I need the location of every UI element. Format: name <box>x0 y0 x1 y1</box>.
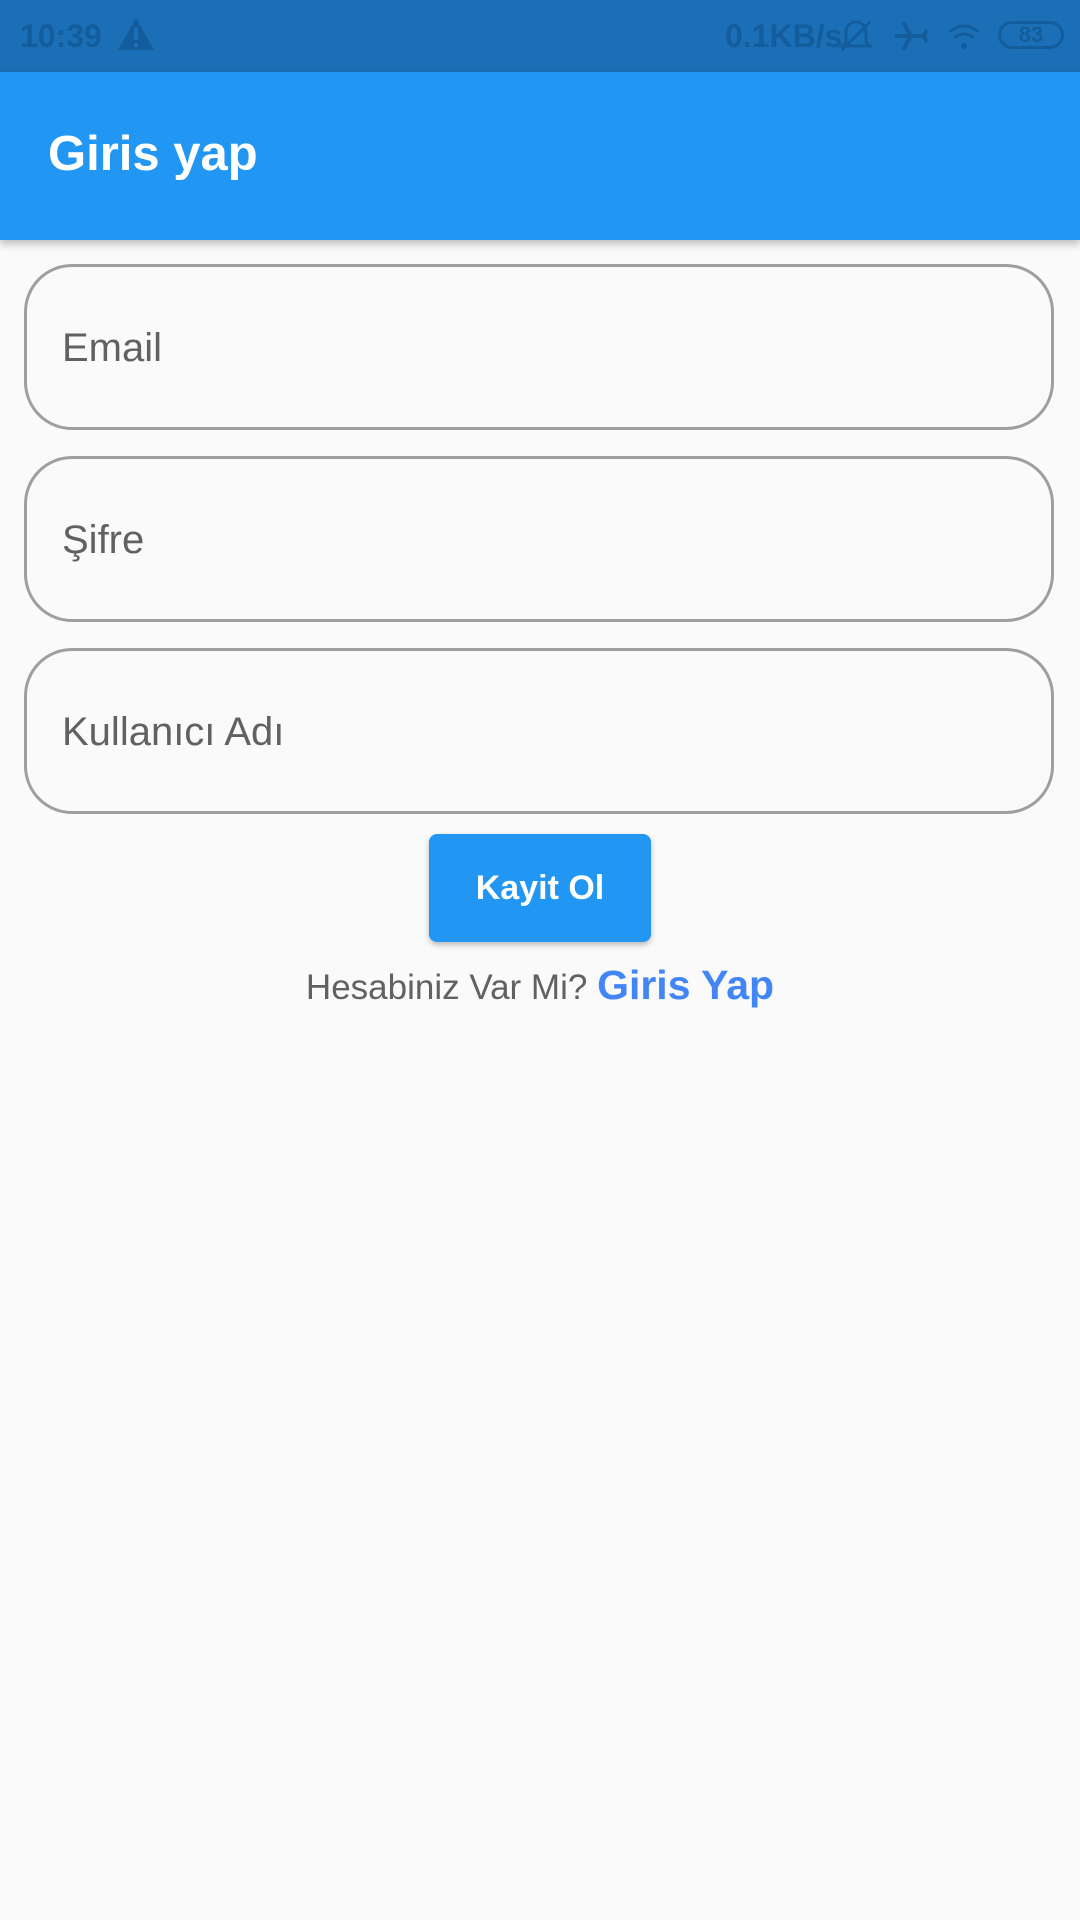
password-field[interactable] <box>24 456 1054 622</box>
status-time: 10:39 <box>20 18 102 54</box>
airplane-icon <box>893 18 929 54</box>
password-input[interactable] <box>60 459 1014 621</box>
email-field[interactable] <box>24 264 1054 430</box>
username-field[interactable] <box>24 648 1054 814</box>
register-button[interactable]: Kayit Ol <box>429 834 651 942</box>
username-input[interactable] <box>60 651 1014 813</box>
warning-icon <box>116 16 156 52</box>
status-bar: 10:39 0.1KB/s 83 <box>0 0 1080 72</box>
network-speed: 0.1KB/s <box>725 18 843 54</box>
battery-icon: 83 <box>998 21 1064 49</box>
app-bar: Giris yap <box>0 72 1080 240</box>
page-title: Giris yap <box>48 127 258 181</box>
login-prompt: Hesabiniz Var Mi? Giris Yap <box>0 960 1080 1013</box>
bell-off-icon <box>838 18 874 54</box>
email-input[interactable] <box>60 267 1014 429</box>
login-prompt-text: Hesabiniz Var Mi? <box>305 968 588 1007</box>
login-link[interactable]: Giris Yap <box>597 962 774 1008</box>
wifi-icon <box>946 18 982 54</box>
